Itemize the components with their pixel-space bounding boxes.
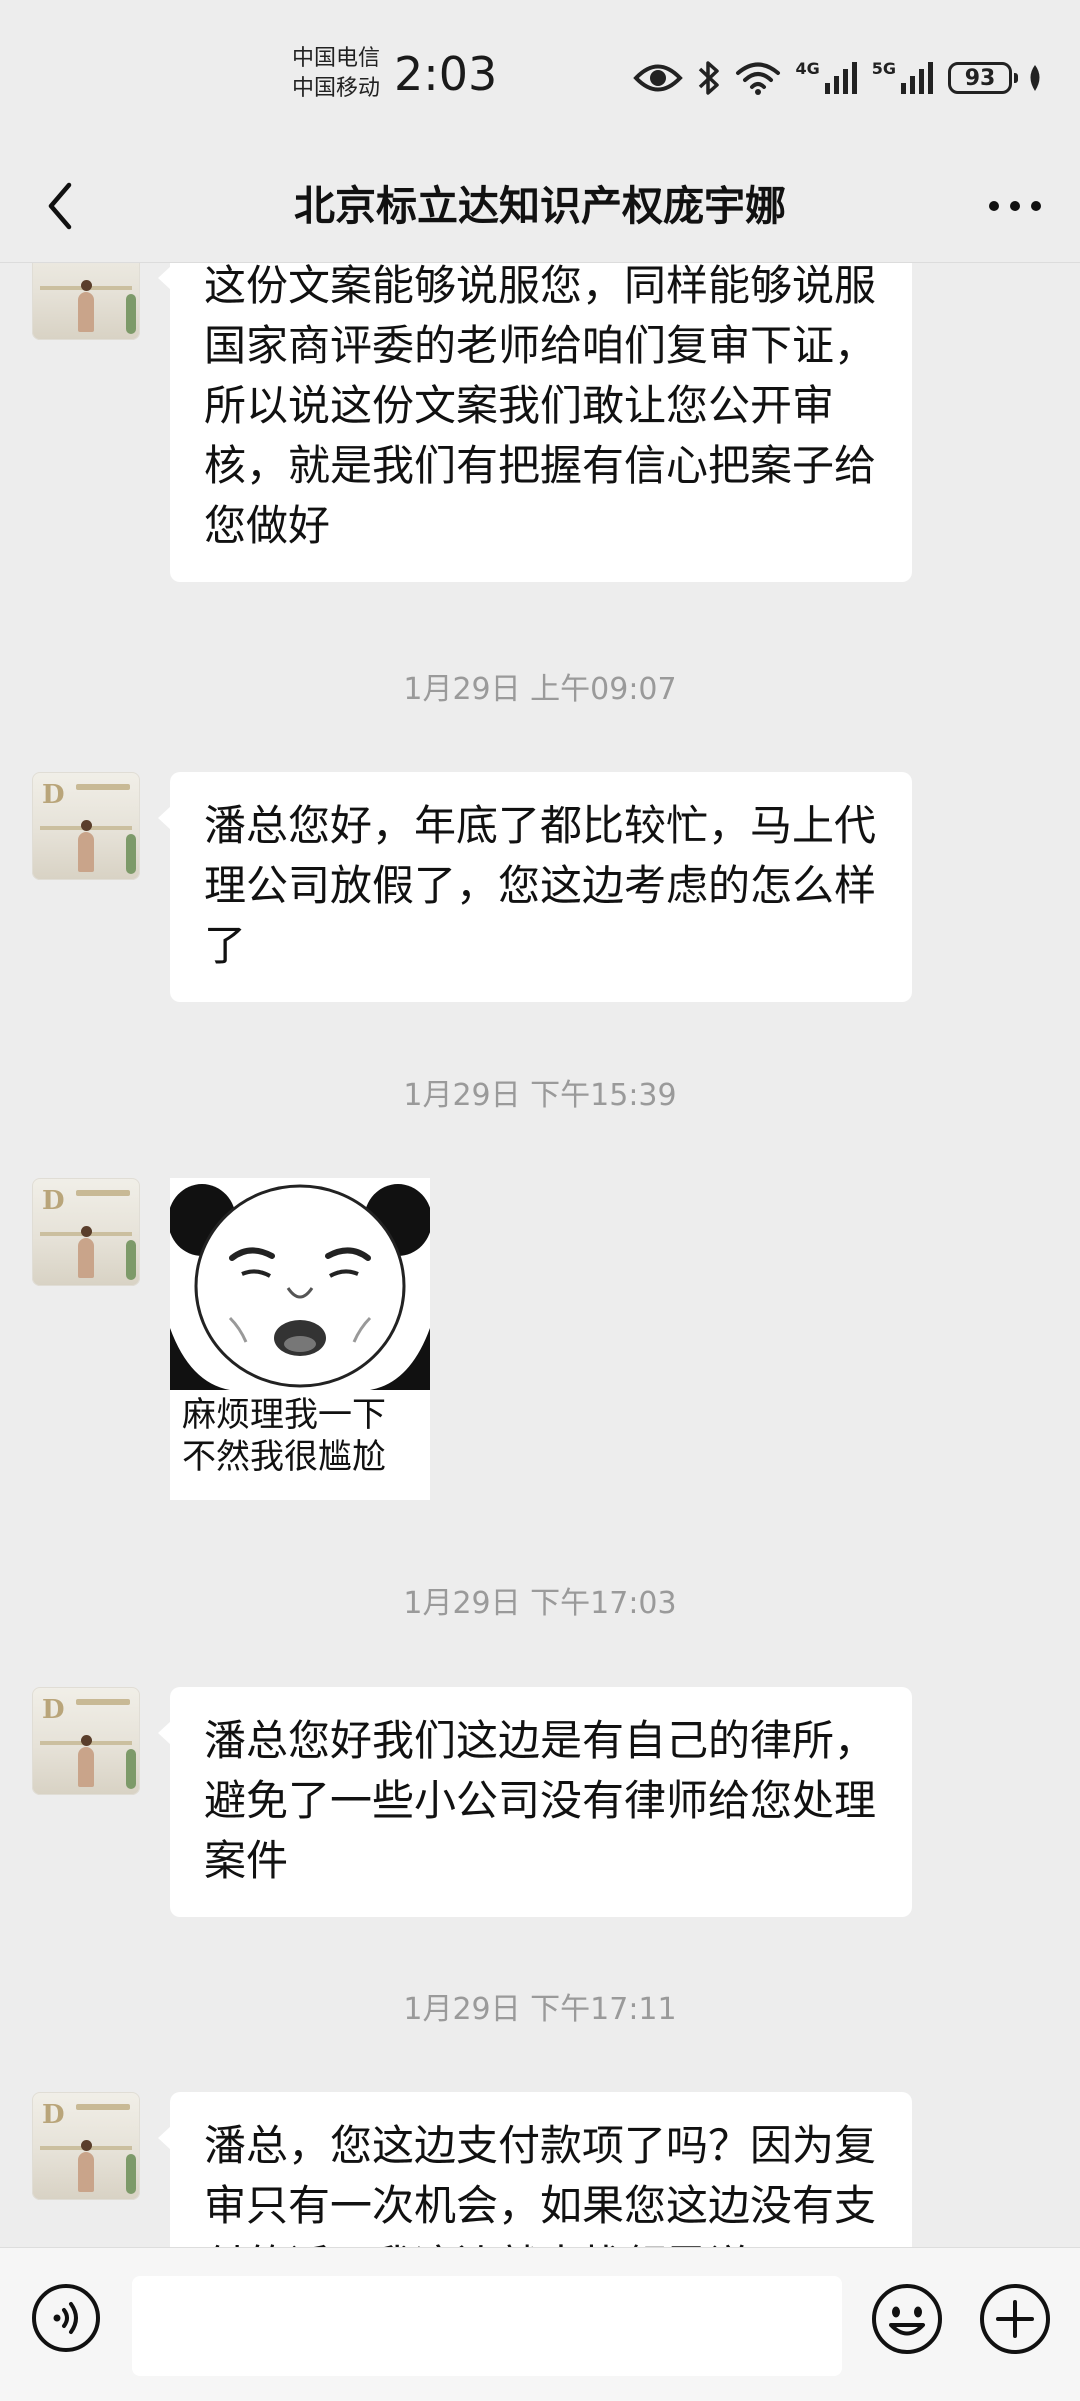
- panda-meme-image: [170, 1178, 430, 1390]
- message-timestamp: 1月29日 下午15:39: [403, 1078, 677, 1113]
- carrier-names: 中国电信 中国移动: [292, 44, 390, 104]
- plus-button[interactable]: [978, 2282, 1052, 2356]
- leaf-icon: [1030, 65, 1040, 91]
- sticker-caption-line: 不然我很尴尬: [182, 1437, 386, 1477]
- plus-icon: [980, 2284, 1050, 2354]
- message-timestamp: 1月29日 下午17:03: [403, 1586, 677, 1621]
- status-time: 2:03: [394, 47, 498, 101]
- voice-icon: [32, 2284, 100, 2352]
- avatar-logo: D: [42, 1186, 65, 1216]
- back-button[interactable]: [30, 176, 90, 236]
- input-bar: [0, 2247, 1080, 2401]
- sticker-message[interactable]: 麻烦理我一下 不然我很尴尬: [170, 1178, 430, 1500]
- chat-header: 北京标立达知识产权庞宇娜: [0, 150, 1080, 263]
- voice-button[interactable]: [30, 2282, 102, 2354]
- emoji-button[interactable]: [870, 2282, 944, 2356]
- message-list[interactable]: D 这份文案能够说服您，同样能够说服国家商评委的老师给咱们复审下证，所以说这份文…: [0, 262, 1080, 2247]
- status-bar: 中国电信 中国移动 2:03 4G 5G 93: [0, 0, 1080, 150]
- wifi-icon: [736, 62, 781, 95]
- carrier-2: 中国移动: [292, 76, 381, 101]
- message-bubble[interactable]: 潘总您好我们这边是有自己的律所，避免了一些小公司没有律师给您处理案件: [158, 1687, 912, 1917]
- back-arrow-icon: [48, 182, 72, 230]
- status-icons: 4G 5G 93: [633, 52, 1044, 104]
- message-input[interactable]: [132, 2276, 842, 2376]
- network-tag-5g: 5G: [871, 58, 896, 78]
- battery-icon: 93: [948, 62, 1018, 94]
- avatar[interactable]: D: [32, 1178, 140, 1286]
- avatar-logo: D: [42, 1695, 65, 1725]
- avatar[interactable]: D: [32, 1687, 140, 1795]
- message-bubble[interactable]: 潘总，您这边支付款项了吗？因为复审只有一次机会，如果您这边没有支付的话，我这边就…: [158, 2092, 912, 2247]
- signal-icon: [824, 62, 857, 94]
- message-bubble[interactable]: 潘总您好，年底了都比较忙，马上代理公司放假了，您这边考虑的怎么样了: [158, 772, 912, 1002]
- message-timestamp: 1月29日 下午17:11: [403, 1992, 677, 2027]
- sticker-caption-line: 麻烦理我一下: [182, 1395, 386, 1435]
- more-icon: [989, 201, 1041, 211]
- emoji-icon: [872, 2284, 942, 2354]
- signal-icon: [901, 62, 933, 94]
- avatar[interactable]: D: [32, 2092, 140, 2200]
- message-timestamp: 1月29日 上午09:07: [403, 672, 677, 707]
- network-tag-4g: 4G: [795, 58, 820, 78]
- carrier-1: 中国电信: [292, 46, 381, 71]
- sticker-caption: 麻烦理我一下 不然我很尴尬: [182, 1394, 422, 1478]
- avatar[interactable]: D: [32, 262, 140, 340]
- battery-level: 93: [964, 65, 996, 91]
- chat-title: 北京标立达知识产权庞宇娜: [294, 182, 786, 230]
- avatar-logo: D: [42, 780, 65, 810]
- message-bubble[interactable]: 这份文案能够说服您，同样能够说服国家商评委的老师给咱们复审下证，所以说这份文案我…: [158, 262, 912, 582]
- eye-icon: [633, 64, 684, 92]
- avatar-logo: D: [42, 262, 65, 270]
- more-button[interactable]: [980, 176, 1050, 236]
- bluetooth-icon: [699, 61, 720, 95]
- avatar[interactable]: D: [32, 772, 140, 880]
- avatar-logo: D: [42, 2100, 65, 2130]
